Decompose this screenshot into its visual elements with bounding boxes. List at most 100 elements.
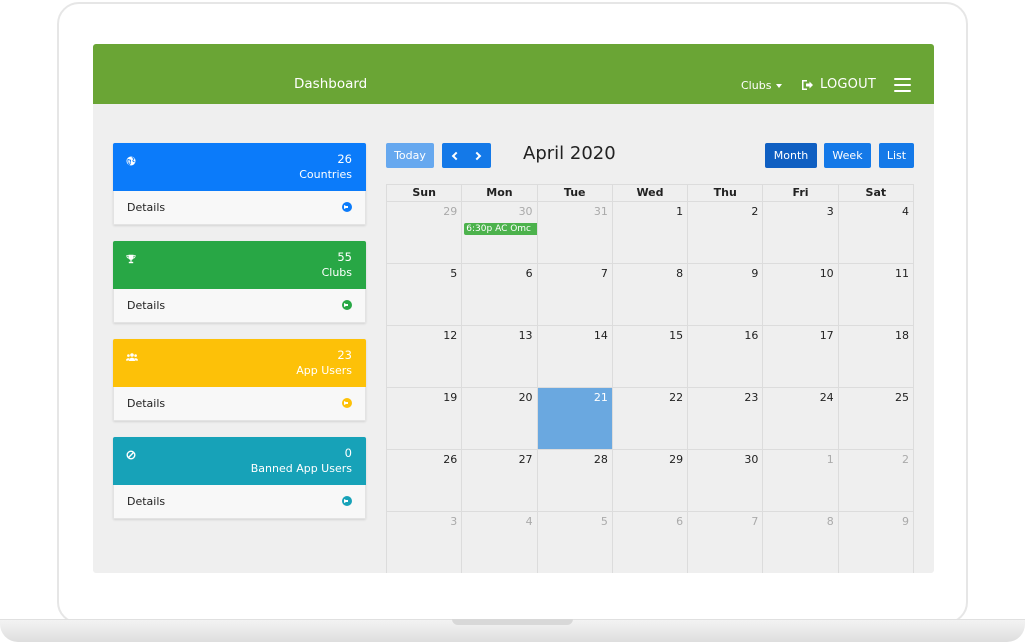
calendar-day[interactable]: 18 [838,325,914,387]
calendar-day[interactable]: 22 [612,387,689,449]
calendar-day[interactable]: 7 [688,511,764,573]
day-number: 12 [443,329,458,342]
calendar-day[interactable]: 9 [688,263,764,325]
calendar-day[interactable]: 23 [688,387,764,449]
calendar-day[interactable]: 5 [537,511,613,573]
day-number: 30 [518,205,533,218]
top-navbar: Dashboard Clubs LOGOUT [93,44,934,104]
calendar-day[interactable]: 6 [462,263,538,325]
details-label: Details [127,495,166,508]
day-number: 6 [676,515,684,528]
day-number: 7 [751,515,759,528]
day-number: 9 [751,267,759,280]
day-number: 1 [676,205,684,218]
calendar-day[interactable]: 14 [537,325,613,387]
banned-users-details-link[interactable]: Details [113,485,366,519]
month-view-button[interactable]: Month [765,143,817,168]
day-number: 4 [901,205,909,218]
calendar-day[interactable]: 1 [612,201,689,263]
calendar-day[interactable]: 30 [688,449,764,511]
calendar-week-row: 3 4 5 6 7 8 9 [386,511,914,573]
globe-icon [126,156,136,166]
calendar-day[interactable]: 3 [763,201,839,263]
week-view-button[interactable]: Week [824,143,871,168]
weekday-header: Sun Mon Tue Wed Thu Fri Sat [386,184,914,201]
calendar-day[interactable]: 5 [387,263,463,325]
calendar-day[interactable]: 27 [462,449,538,511]
day-number: 5 [450,267,458,280]
day-number: 5 [600,515,608,528]
laptop-notch [452,619,573,625]
calendar-day[interactable]: 1 [763,449,839,511]
calendar-day[interactable]: 4 [838,201,914,263]
day-number: 6 [525,267,533,280]
calendar-day[interactable]: 6 [612,511,689,573]
calendar-day[interactable]: 29 [387,201,463,263]
weekday-fri: Fri [763,185,839,201]
calendar-day[interactable]: 12 [387,325,463,387]
stat-card-app-users: 23 App Users Details [113,339,366,421]
trophy-icon [126,254,136,264]
day-number: 14 [593,329,608,342]
stat-card-clubs: 55 Clubs Details [113,241,366,323]
calendar-day[interactable]: 28 [537,449,613,511]
day-number: 1 [826,453,834,466]
calendar-day[interactable]: 4 [462,511,538,573]
day-number: 22 [669,391,684,404]
calendar-event[interactable]: 6:30p AC Omc [464,223,537,235]
calendar-day-today[interactable]: 21 [537,387,613,449]
day-number: 19 [443,391,458,404]
day-number: 23 [744,391,759,404]
calendar-day[interactable]: 30 6:30p AC Omc [462,201,538,263]
day-number: 29 [669,453,684,466]
calendar-day[interactable]: 24 [763,387,839,449]
logout-button[interactable]: LOGOUT [801,77,876,92]
list-view-button[interactable]: List [879,143,914,168]
clubs-label: Clubs [321,266,352,279]
calendar-day[interactable]: 31 [537,201,613,263]
day-number: 30 [744,453,759,466]
today-button[interactable]: Today [386,143,434,168]
countries-label: Countries [299,168,352,181]
weekday-sat: Sat [865,186,887,199]
prev-month-button[interactable] [443,143,467,168]
banned-users-label: Banned App Users [250,462,352,475]
clubs-count: 55 [337,250,352,264]
month-calendar: Sun Mon Tue Wed Thu Fri Sat 29 30 6:30p AC Omc 31… [386,184,914,573]
calendar-day[interactable]: 2 [688,201,764,263]
countries-details-link[interactable]: Details [113,191,366,225]
logout-label: LOGOUT [820,77,876,92]
calendar-day[interactable]: 26 [387,449,463,511]
calendar-day[interactable]: 7 [537,263,613,325]
calendar-day[interactable]: 10 [763,263,839,325]
calendar-day[interactable]: 15 [612,325,689,387]
day-number: 26 [443,453,458,466]
calendar-day[interactable]: 11 [838,263,914,325]
day-number: 4 [525,515,533,528]
calendar-day[interactable]: 17 [763,325,839,387]
calendar-day[interactable]: 8 [612,263,689,325]
hamburger-menu-icon[interactable] [894,78,911,92]
weekday-wed: Wed [613,185,689,201]
calendar-day[interactable]: 13 [462,325,538,387]
day-number: 29 [443,205,458,218]
calendar-day[interactable]: 25 [838,387,914,449]
calendar-day[interactable]: 3 [387,511,463,573]
calendar-day[interactable]: 29 [612,449,689,511]
calendar-day[interactable]: 19 [387,387,463,449]
weekday-tue: Tue [538,185,613,201]
day-number: 25 [894,391,909,404]
clubs-dropdown[interactable]: Clubs [741,79,783,92]
next-month-button[interactable] [467,143,491,168]
day-number: 17 [819,329,834,342]
app-screen: Dashboard Clubs LOGOUT 26 Countries Deta… [93,44,934,573]
calendar-day[interactable]: 20 [462,387,538,449]
calendar-day[interactable]: 16 [688,325,764,387]
clubs-details-link[interactable]: Details [113,289,366,323]
app-users-details-link[interactable]: Details [113,387,366,421]
calendar-day[interactable]: 9 [838,511,914,573]
day-number: 3 [450,515,458,528]
arrow-circle-right-icon [342,202,352,212]
calendar-day[interactable]: 2 [838,449,914,511]
calendar-day[interactable]: 8 [763,511,839,573]
